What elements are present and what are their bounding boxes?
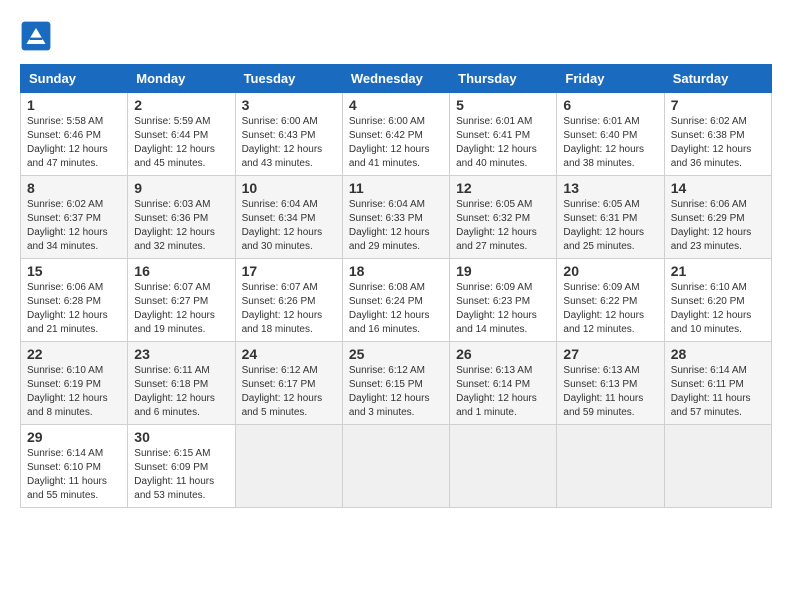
table-row	[450, 425, 557, 508]
table-row: 18Sunrise: 6:08 AMSunset: 6:24 PMDayligh…	[342, 259, 449, 342]
logo	[20, 20, 56, 52]
table-row: 21Sunrise: 6:10 AMSunset: 6:20 PMDayligh…	[664, 259, 771, 342]
table-row: 15Sunrise: 6:06 AMSunset: 6:28 PMDayligh…	[21, 259, 128, 342]
table-row: 4Sunrise: 6:00 AMSunset: 6:42 PMDaylight…	[342, 93, 449, 176]
table-row: 12Sunrise: 6:05 AMSunset: 6:32 PMDayligh…	[450, 176, 557, 259]
table-row: 27Sunrise: 6:13 AMSunset: 6:13 PMDayligh…	[557, 342, 664, 425]
table-row: 17Sunrise: 6:07 AMSunset: 6:26 PMDayligh…	[235, 259, 342, 342]
table-row: 25Sunrise: 6:12 AMSunset: 6:15 PMDayligh…	[342, 342, 449, 425]
table-row: 20Sunrise: 6:09 AMSunset: 6:22 PMDayligh…	[557, 259, 664, 342]
table-row: 5Sunrise: 6:01 AMSunset: 6:41 PMDaylight…	[450, 93, 557, 176]
th-wednesday: Wednesday	[342, 65, 449, 93]
table-row: 10Sunrise: 6:04 AMSunset: 6:34 PMDayligh…	[235, 176, 342, 259]
th-sunday: Sunday	[21, 65, 128, 93]
header	[20, 20, 772, 52]
table-row: 16Sunrise: 6:07 AMSunset: 6:27 PMDayligh…	[128, 259, 235, 342]
table-row: 9Sunrise: 6:03 AMSunset: 6:36 PMDaylight…	[128, 176, 235, 259]
table-row	[342, 425, 449, 508]
table-row: 1Sunrise: 5:58 AMSunset: 6:46 PMDaylight…	[21, 93, 128, 176]
table-row: 19Sunrise: 6:09 AMSunset: 6:23 PMDayligh…	[450, 259, 557, 342]
table-row: 13Sunrise: 6:05 AMSunset: 6:31 PMDayligh…	[557, 176, 664, 259]
table-row: 14Sunrise: 6:06 AMSunset: 6:29 PMDayligh…	[664, 176, 771, 259]
table-row: 2Sunrise: 5:59 AMSunset: 6:44 PMDaylight…	[128, 93, 235, 176]
logo-icon	[20, 20, 52, 52]
table-row	[235, 425, 342, 508]
table-row: 22Sunrise: 6:10 AMSunset: 6:19 PMDayligh…	[21, 342, 128, 425]
table-row: 23Sunrise: 6:11 AMSunset: 6:18 PMDayligh…	[128, 342, 235, 425]
table-row: 26Sunrise: 6:13 AMSunset: 6:14 PMDayligh…	[450, 342, 557, 425]
table-row: 29Sunrise: 6:14 AMSunset: 6:10 PMDayligh…	[21, 425, 128, 508]
table-row: 3Sunrise: 6:00 AMSunset: 6:43 PMDaylight…	[235, 93, 342, 176]
th-friday: Friday	[557, 65, 664, 93]
table-row: 7Sunrise: 6:02 AMSunset: 6:38 PMDaylight…	[664, 93, 771, 176]
table-row: 6Sunrise: 6:01 AMSunset: 6:40 PMDaylight…	[557, 93, 664, 176]
table-row: 24Sunrise: 6:12 AMSunset: 6:17 PMDayligh…	[235, 342, 342, 425]
th-tuesday: Tuesday	[235, 65, 342, 93]
table-row: 11Sunrise: 6:04 AMSunset: 6:33 PMDayligh…	[342, 176, 449, 259]
th-monday: Monday	[128, 65, 235, 93]
th-thursday: Thursday	[450, 65, 557, 93]
table-row: 8Sunrise: 6:02 AMSunset: 6:37 PMDaylight…	[21, 176, 128, 259]
table-row	[557, 425, 664, 508]
calendar-table: Sunday Monday Tuesday Wednesday Thursday…	[20, 64, 772, 508]
page: Sunday Monday Tuesday Wednesday Thursday…	[0, 0, 792, 518]
th-saturday: Saturday	[664, 65, 771, 93]
table-row	[664, 425, 771, 508]
table-row: 30Sunrise: 6:15 AMSunset: 6:09 PMDayligh…	[128, 425, 235, 508]
table-row: 28Sunrise: 6:14 AMSunset: 6:11 PMDayligh…	[664, 342, 771, 425]
